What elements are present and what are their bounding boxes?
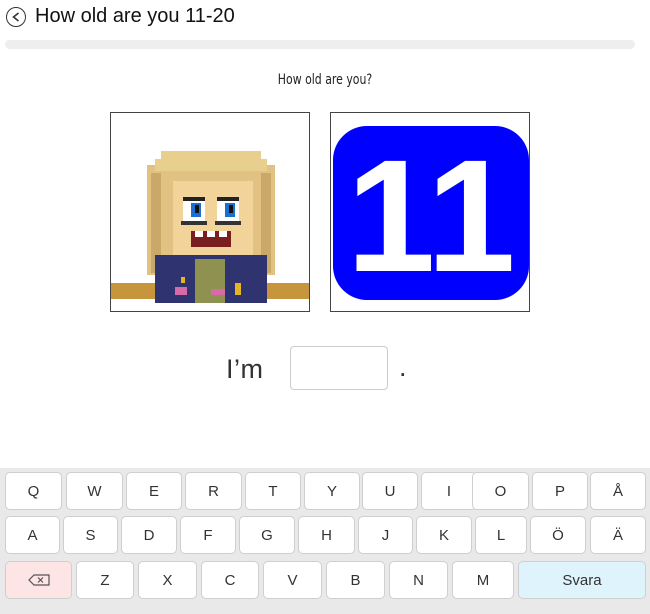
key-w[interactable]: W <box>66 472 123 510</box>
key-o-umlaut[interactable]: Ö <box>530 516 586 554</box>
answer-input[interactable] <box>290 346 388 390</box>
key-m[interactable]: M <box>452 561 514 599</box>
backspace-key[interactable] <box>5 561 72 599</box>
key-x[interactable]: X <box>138 561 197 599</box>
key-k[interactable]: K <box>416 516 472 554</box>
key-h[interactable]: H <box>298 516 355 554</box>
backspace-icon <box>27 574 50 586</box>
key-g[interactable]: G <box>239 516 295 554</box>
key-o[interactable]: O <box>472 472 529 510</box>
submit-button[interactable]: Svara <box>518 561 646 599</box>
question-text: How old are you? <box>277 72 373 88</box>
key-d[interactable]: D <box>121 516 177 554</box>
key-z[interactable]: Z <box>76 561 134 599</box>
key-a[interactable]: A <box>5 516 60 554</box>
page-title: How old are you 11-20 <box>35 5 235 27</box>
answer-prefix: I’m <box>226 354 264 384</box>
key-u[interactable]: U <box>362 472 418 510</box>
key-p[interactable]: P <box>532 472 588 510</box>
key-f[interactable]: F <box>180 516 236 554</box>
progress-bar <box>5 40 635 49</box>
on-screen-keyboard: Q W E R T Y U I O P Å A S D F G H J K L … <box>0 468 650 614</box>
key-l[interactable]: L <box>475 516 527 554</box>
key-i[interactable]: I <box>421 472 477 510</box>
answer-row: I’m . <box>0 346 650 392</box>
answer-suffix: . <box>399 352 407 382</box>
back-button[interactable] <box>6 7 26 27</box>
character-image <box>110 112 310 312</box>
key-r[interactable]: R <box>185 472 242 510</box>
key-t[interactable]: T <box>245 472 301 510</box>
key-a-umlaut[interactable]: Ä <box>590 516 646 554</box>
key-s[interactable]: S <box>63 516 118 554</box>
key-q[interactable]: Q <box>5 472 62 510</box>
key-n[interactable]: N <box>389 561 448 599</box>
character-portrait <box>111 113 309 311</box>
key-c[interactable]: C <box>201 561 259 599</box>
key-b[interactable]: B <box>326 561 385 599</box>
key-v[interactable]: V <box>263 561 322 599</box>
key-a-ring[interactable]: Å <box>590 472 646 510</box>
number-eleven-sign: 11 <box>333 126 529 305</box>
key-e[interactable]: E <box>126 472 182 510</box>
key-y[interactable]: Y <box>304 472 360 510</box>
number-image: 11 <box>330 112 530 312</box>
key-j[interactable]: J <box>358 516 413 554</box>
back-arrow-icon <box>12 12 19 22</box>
header: How old are you 11-20 <box>0 0 650 36</box>
number-label: 11 <box>346 126 515 305</box>
